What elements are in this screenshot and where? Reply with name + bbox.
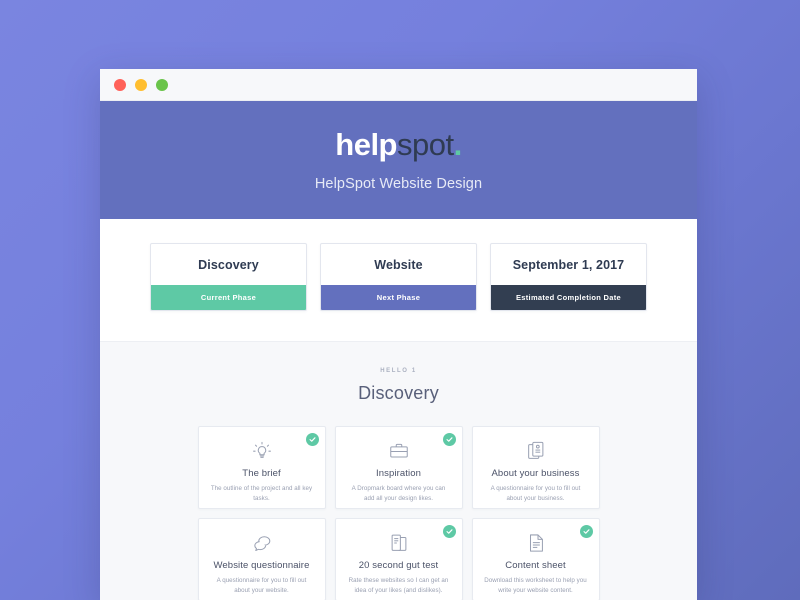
task-card[interactable]: Inspiration A Dropmark board where you c… (334, 426, 463, 509)
phase-strip: Discovery Current Phase Website Next Pha… (100, 219, 697, 341)
task-card-title: Content sheet (505, 560, 566, 571)
task-card[interactable]: Website questionnaire A questionnaire fo… (197, 518, 326, 600)
document-lines-icon (484, 531, 588, 555)
hero-header: helpspot. HelpSpot Website Design (100, 101, 697, 219)
browser-titlebar (100, 69, 697, 101)
phase-card-next[interactable]: Website Next Phase (320, 243, 477, 311)
task-card-description: Rate these websites so I can get an idea… (348, 577, 449, 595)
speech-bubbles-icon (210, 531, 314, 555)
phase-card-title: Website (374, 258, 423, 272)
task-card-description: Download this worksheet to help you writ… (484, 577, 587, 595)
helpspot-logo: helpspot. (335, 126, 463, 162)
briefcase-icon (347, 439, 451, 463)
hero-subtitle: HelpSpot Website Design (314, 175, 483, 192)
phase-card-completion-date[interactable]: September 1, 2017 Estimated Completion D… (490, 243, 647, 311)
phase-card-current[interactable]: Discovery Current Phase (150, 243, 307, 311)
task-card-grid: The brief The outline of the project and… (100, 426, 697, 600)
task-card-description: A questionnaire for you to fill out abou… (490, 485, 581, 503)
section-eyebrow-label: HELLO 1 (380, 368, 417, 374)
clipboard-stack-icon (484, 439, 588, 463)
task-card-description: A questionnaire for you to fill out abou… (216, 577, 307, 595)
phase-card-title: September 1, 2017 (512, 258, 625, 272)
task-card-title: Website questionnaire (213, 560, 310, 571)
task-card[interactable]: Content sheet Download this worksheet to… (471, 518, 600, 600)
task-card[interactable]: 20 second gut test Rate these websites s… (334, 518, 463, 600)
phase-card-band: Current Phase (151, 285, 306, 310)
pages-icon (347, 531, 451, 555)
task-card[interactable]: About your business A questionnaire for … (471, 426, 600, 509)
task-card-description: The outline of the project and all key t… (210, 485, 313, 503)
task-card[interactable]: The brief The outline of the project and… (197, 426, 326, 509)
lightbulb-icon (210, 439, 314, 463)
completed-check-badge (442, 433, 456, 446)
task-card-description: A Dropmark board where you can add all y… (351, 485, 446, 503)
task-card-title: 20 second gut test (358, 560, 439, 571)
completed-check-badge (305, 433, 319, 446)
phase-card-band: Estimated Completion Date (491, 285, 646, 310)
task-card-title: About your business (491, 468, 580, 479)
maximize-window-button[interactable] (156, 78, 168, 91)
completed-check-badge (579, 525, 593, 538)
logo-accent-dot: . (453, 126, 463, 162)
browser-window: helpspot. HelpSpot Website Design Discov… (100, 69, 697, 600)
phase-content-section: HELLO 1 Discovery The brief The outline … (100, 341, 697, 600)
phase-card-band: Next Phase (321, 285, 476, 310)
phase-card-title: Discovery (198, 258, 259, 272)
logo-text-spot: spot (397, 126, 454, 162)
page-title: Discovery (358, 383, 439, 403)
task-card-title: The brief (242, 468, 281, 479)
completed-check-badge (442, 525, 456, 538)
logo-text-help: help (335, 126, 397, 162)
minimize-window-button[interactable] (135, 78, 147, 91)
task-card-title: Inspiration (376, 468, 421, 479)
close-window-button[interactable] (114, 78, 126, 91)
